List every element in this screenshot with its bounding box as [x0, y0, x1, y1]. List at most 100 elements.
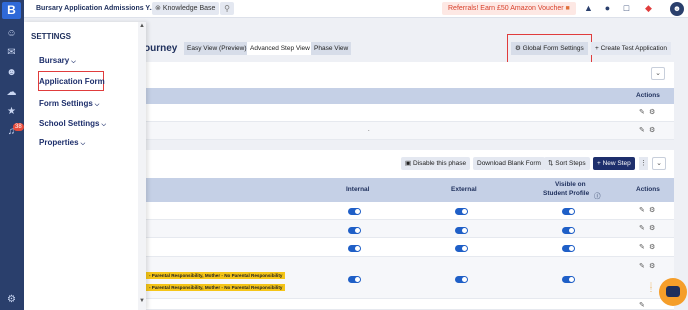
table-header: Actions [146, 88, 674, 104]
application-selector-label: Bursary Application Admissions Y... [36, 5, 156, 12]
chat-launcher-button[interactable] [659, 278, 687, 306]
edit-icon[interactable]: ✎ [639, 108, 645, 116]
settings-gear-icon[interactable]: ⚙ [5, 294, 18, 305]
column-actions: Actions [636, 186, 660, 193]
info-icon[interactable]: ⓘ [594, 190, 601, 200]
menu-item-bursary[interactable]: Bursary ⌵ [39, 56, 76, 66]
internal-toggle[interactable] [348, 245, 361, 252]
gift-icon: ■ [565, 5, 570, 12]
referral-label: Referrals! Earn £50 Amazon Voucher [448, 5, 564, 12]
settings-scrollbar[interactable] [138, 22, 146, 310]
search-icon[interactable]: ⚲ [220, 2, 234, 15]
column-internal: Internal [346, 186, 370, 193]
edit-icon[interactable]: ✎ [639, 262, 645, 270]
menu-item-label: Application Form [39, 77, 105, 86]
menu-item-application-form[interactable]: Application Form [39, 77, 105, 86]
gear-icon[interactable]: ⚙ [649, 262, 655, 270]
sort-steps-button[interactable]: ⇅ Sort Steps [544, 157, 590, 170]
close-circle-icon: ⊗ [155, 5, 161, 12]
column-visible-line2: Student Profile [543, 190, 590, 197]
cloud-icon[interactable]: ☁ [5, 87, 18, 98]
stray-dot: . [368, 127, 370, 133]
table-row: ✎ ⚙ [146, 122, 674, 140]
condition-pill: - Parental Responsibility, Mother - No P… [146, 272, 286, 279]
settings-title: SETTINGS [31, 32, 72, 41]
avatar[interactable]: ☻ [670, 2, 684, 16]
condition-pill: - Parental Responsibility, Mother - No P… [146, 284, 286, 291]
page-title: ourney [144, 43, 178, 54]
gear-icon[interactable]: ⚙ [649, 126, 655, 134]
column-external: External [451, 186, 477, 193]
referral-banner[interactable]: Referrals! Earn £50 Amazon Voucher ■ [442, 2, 576, 15]
global-form-settings-button[interactable]: ⚙ Global Form Settings [511, 42, 588, 55]
visible-profile-toggle[interactable] [562, 276, 575, 283]
menu-item-label: School Settings [39, 119, 100, 128]
external-toggle[interactable] [455, 227, 468, 234]
visible-profile-toggle[interactable] [562, 227, 575, 234]
groups-icon[interactable]: ☻ [5, 67, 18, 78]
table-row: ✎ ⚙ [146, 238, 674, 257]
collapse-chevron-icon[interactable]: ⌄ [652, 157, 666, 170]
external-toggle[interactable] [455, 245, 468, 252]
create-test-application-button[interactable]: + Create Test Application [591, 42, 671, 55]
menu-item-label: Form Settings [39, 99, 93, 108]
visible-profile-toggle[interactable] [562, 245, 575, 252]
application-selector[interactable]: Bursary Application Admissions Y... ▾ [36, 4, 161, 12]
gear-icon[interactable]: ⚙ [649, 243, 655, 251]
create-test-application-label: Create Test Application [600, 45, 667, 52]
knowledge-base-button[interactable]: ⊗ Knowledge Base [152, 2, 220, 15]
column-visible-line1: Visible on [555, 181, 586, 188]
table-row: ✎ ⚙ [146, 202, 674, 220]
left-nav-rail: B ☺ ✉ ☻ ☁ ★ ♫ 38 ⚙ [0, 0, 24, 310]
gear-icon[interactable]: ⚙ [649, 224, 655, 232]
edit-icon[interactable]: ✎ [639, 206, 645, 214]
sort-icon: ⇅ [548, 160, 554, 167]
new-step-button[interactable]: + New Step [593, 157, 635, 170]
internal-toggle[interactable] [348, 227, 361, 234]
drag-handle-icon[interactable]: ⋮ ⋮ [648, 283, 654, 293]
external-toggle[interactable] [455, 208, 468, 215]
notification-count-badge: 38 [13, 123, 24, 131]
edit-icon[interactable]: ✎ [639, 224, 645, 232]
knowledge-base-label: Knowledge Base [162, 5, 216, 12]
gear-icon[interactable]: ⚙ [649, 108, 655, 116]
gear-icon: ⚙ [515, 45, 521, 52]
alert-icon[interactable]: ◆ [643, 3, 654, 14]
menu-item-label: Properties [39, 138, 79, 147]
edit-icon[interactable]: ✎ [639, 301, 645, 309]
switch-school-icon[interactable]: ▲ [583, 3, 594, 14]
more-options-icon[interactable]: ⋮ [639, 157, 648, 170]
phase-panel-header [146, 62, 674, 88]
chat-icon[interactable]: □ [621, 3, 632, 14]
tab-easy-view[interactable]: Easy View (Preview) [184, 42, 250, 55]
edit-icon[interactable]: ✎ [639, 243, 645, 251]
collapse-chevron-icon[interactable]: ⌄ [651, 67, 665, 80]
tab-phase-view[interactable]: Phase View [311, 42, 352, 55]
team-icon[interactable]: ★ [5, 106, 18, 117]
scroll-up-icon[interactable]: ▲ [138, 23, 146, 29]
menu-item-properties[interactable]: Properties ⌵ [39, 138, 85, 148]
external-toggle[interactable] [455, 276, 468, 283]
internal-toggle[interactable] [348, 208, 361, 215]
app-logo[interactable]: B [2, 2, 21, 19]
steps-table-header: Internal External Visible on Student Pro… [146, 178, 674, 202]
disable-phase-button[interactable]: ▣ Disable this phase [401, 157, 471, 170]
scroll-down-icon[interactable]: ▼ [138, 298, 146, 304]
top-bar: Bursary Application Admissions Y... ▾ ⊗K… [24, 0, 688, 18]
messages-icon[interactable]: ✉ [5, 47, 18, 58]
gear-icon[interactable]: ⚙ [649, 206, 655, 214]
download-blank-form-button[interactable]: Download Blank Form [473, 157, 545, 170]
visible-profile-toggle[interactable] [562, 208, 575, 215]
settings-menu-panel: SETTINGS Bursary ⌵ Application Form Form … [24, 22, 146, 310]
chevron-down-icon: ⌵ [71, 59, 76, 65]
menu-item-label: Bursary [39, 56, 70, 65]
menu-item-school-settings[interactable]: School Settings ⌵ [39, 119, 106, 129]
internal-toggle[interactable] [348, 276, 361, 283]
tab-advanced-step-view[interactable]: Advanced Step View [247, 42, 313, 55]
disable-phase-label: Disable this phase [412, 160, 467, 167]
edit-icon[interactable]: ✎ [639, 126, 645, 134]
users-icon[interactable]: ☺ [5, 28, 18, 39]
rocket-icon[interactable]: ● [602, 3, 613, 14]
menu-item-form-settings[interactable]: Form Settings ⌵ [39, 99, 99, 109]
plus-icon: + [597, 160, 601, 167]
